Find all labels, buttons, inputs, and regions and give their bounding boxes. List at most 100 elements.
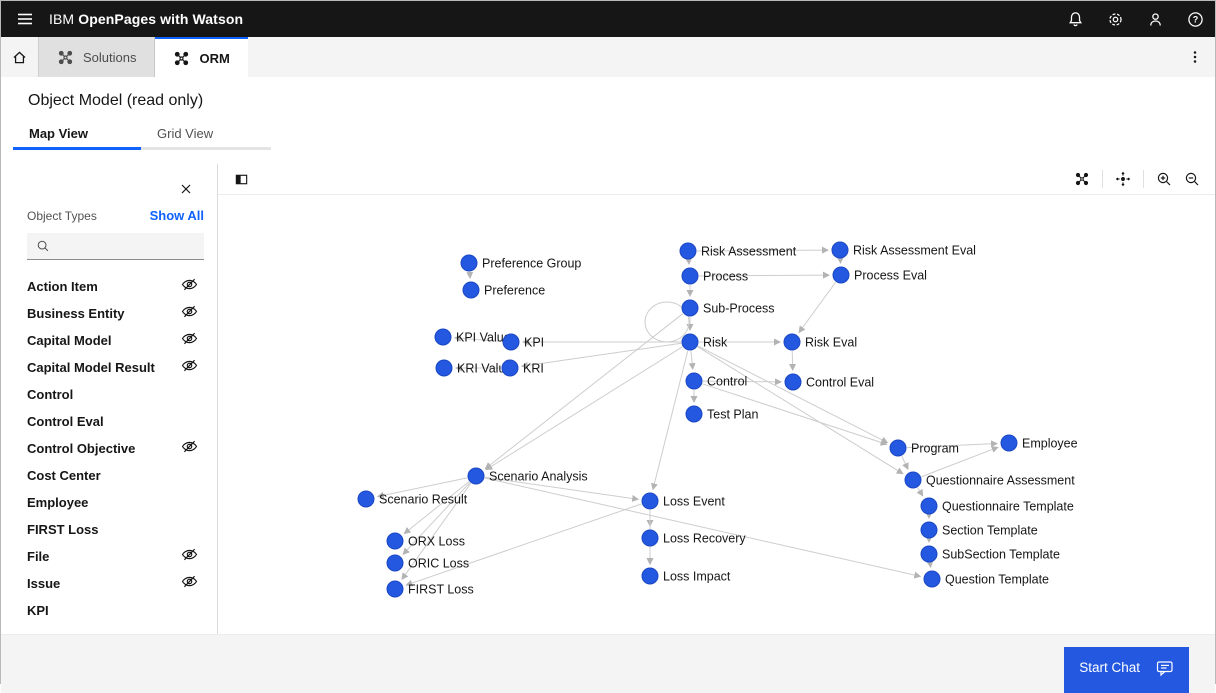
zoom-in-icon[interactable]: [1151, 166, 1177, 192]
graph-node-questionnaire-assessment[interactable]: Questionnaire Assessment: [905, 472, 1075, 488]
map-toolbar: [218, 164, 1215, 195]
visibility-off-icon[interactable]: [181, 546, 204, 568]
graph-node-scenario-result[interactable]: Scenario Result: [358, 491, 468, 507]
object-types-search[interactable]: [27, 233, 204, 260]
graph-node-control[interactable]: Control: [686, 373, 747, 389]
help-icon[interactable]: ?: [1175, 1, 1215, 37]
graph-node-risk[interactable]: Risk: [682, 334, 728, 350]
graph-node-label: Risk: [703, 336, 728, 350]
object-model-graph-canvas[interactable]: Preference Group Preference Risk Assessmen…: [218, 195, 1215, 634]
graph-node-label: Process: [703, 270, 748, 284]
object-type-item-capital-model-result[interactable]: Capital Model Result: [27, 354, 204, 381]
graph-node-sub-process[interactable]: Sub-Process: [682, 300, 775, 316]
graph-node-kri[interactable]: KRI: [502, 360, 544, 376]
graph-node-risk-assessment-eval[interactable]: Risk Assessment Eval: [832, 242, 976, 258]
graph-node-first-loss[interactable]: FIRST Loss: [387, 581, 474, 597]
svg-text:?: ?: [1192, 14, 1198, 24]
visibility-off-icon[interactable]: [181, 573, 204, 595]
object-type-item-control-eval[interactable]: Control Eval: [27, 408, 204, 435]
edge-questionnaire-assessment-to-questionnaire-template: [918, 488, 923, 496]
graph-node-question-template[interactable]: Question Template: [924, 571, 1049, 587]
object-type-item-capital-model[interactable]: Capital Model: [27, 327, 204, 354]
object-type-label: KPI: [27, 603, 49, 618]
visibility-off-icon[interactable]: [181, 303, 204, 325]
object-type-label: Business Entity: [27, 306, 125, 321]
tab-orm[interactable]: ORM: [155, 37, 247, 77]
visibility-off-icon[interactable]: [181, 330, 204, 352]
object-type-item-employee[interactable]: Employee: [27, 489, 204, 516]
graph-node-loss-event[interactable]: Loss Event: [642, 493, 725, 509]
tab-map-view[interactable]: Map View: [13, 123, 141, 150]
show-all-link[interactable]: Show All: [150, 208, 204, 223]
graph-node-label: Employee: [1022, 437, 1078, 451]
graph-node-scenario-analysis[interactable]: Scenario Analysis: [468, 468, 588, 484]
zoom-out-icon[interactable]: [1179, 166, 1205, 192]
object-types-panel: Object Types Show All Action Item Busines…: [1, 164, 218, 634]
graph-node-preference-group[interactable]: Preference Group: [461, 255, 581, 271]
object-type-item-action-item[interactable]: Action Item: [27, 273, 204, 300]
object-type-item-issue[interactable]: Issue: [27, 570, 204, 597]
object-type-item-cost-center[interactable]: Cost Center: [27, 462, 204, 489]
object-types-heading: Object Types: [27, 209, 97, 223]
graph-node-section-template[interactable]: Section Template: [921, 522, 1038, 538]
graph-node-process-eval[interactable]: Process Eval: [833, 267, 927, 283]
graph-node-label: KPI Value: [456, 331, 511, 345]
fit-view-icon[interactable]: [1110, 166, 1136, 192]
menu-hamburger-icon[interactable]: [1, 1, 49, 37]
search-input[interactable]: [58, 239, 188, 253]
global-header: IBM OpenPages with Watson ?: [1, 1, 1215, 37]
graph-node-control-eval[interactable]: Control Eval: [785, 374, 874, 390]
graph-node-kri-value[interactable]: KRI Value: [436, 360, 512, 376]
graph-node-label: Section Template: [942, 524, 1038, 538]
object-type-item-control[interactable]: Control: [27, 381, 204, 408]
graph-node-preference[interactable]: Preference: [463, 282, 545, 298]
graph-node-employee[interactable]: Employee: [1001, 435, 1078, 451]
overflow-menu-icon[interactable]: [1175, 37, 1215, 77]
visibility-off-icon[interactable]: [181, 357, 204, 379]
map-panel: Preference Group Preference Risk Assessmen…: [218, 164, 1215, 634]
object-type-item-first-loss[interactable]: FIRST Loss: [27, 516, 204, 543]
start-chat-button[interactable]: Start Chat: [1064, 647, 1189, 693]
object-type-label: Action Item: [27, 279, 98, 294]
tab-grid-view[interactable]: Grid View: [141, 123, 271, 150]
graph-node-kpi-value[interactable]: KPI Value: [435, 329, 511, 345]
graph-node-process[interactable]: Process: [682, 268, 748, 284]
graph-node-risk-eval[interactable]: Risk Eval: [784, 334, 857, 350]
graph-node-test-plan[interactable]: Test Plan: [686, 406, 758, 422]
app-tabbar: Solutions ORM: [1, 37, 1215, 77]
visibility-off-icon[interactable]: [181, 276, 204, 298]
auto-layout-icon[interactable]: [1069, 166, 1095, 192]
graph-node-orx-loss[interactable]: ORX Loss: [387, 533, 465, 549]
bottom-strip: Start Chat: [1, 634, 1215, 693]
graph-node-label: Loss Event: [663, 495, 725, 509]
close-panel-icon[interactable]: [175, 178, 197, 200]
graph-node-label: Preference: [484, 284, 545, 298]
tab-solutions[interactable]: Solutions: [39, 37, 155, 77]
graph-node-loss-impact[interactable]: Loss Impact: [642, 568, 731, 584]
object-type-item-business-entity[interactable]: Business Entity: [27, 300, 204, 327]
graph-node-label: Question Template: [945, 573, 1049, 587]
user-avatar-icon[interactable]: [1135, 1, 1175, 37]
notifications-icon[interactable]: [1055, 1, 1095, 37]
graph-node-label: Control: [707, 375, 747, 389]
settings-gear-icon[interactable]: [1095, 1, 1135, 37]
graph-node-subsection-template[interactable]: SubSection Template: [921, 546, 1060, 562]
graph-node-program[interactable]: Program: [890, 440, 959, 456]
graph-node-kpi[interactable]: KPI: [503, 334, 544, 350]
object-type-item-file[interactable]: File: [27, 543, 204, 570]
tab-orm-label: ORM: [199, 51, 229, 66]
graph-node-loss-recovery[interactable]: Loss Recovery: [642, 530, 746, 546]
graph-node-label: KPI: [524, 336, 544, 350]
object-type-item-control-objective[interactable]: Control Objective: [27, 435, 204, 462]
home-tab[interactable]: [1, 37, 39, 77]
graph-node-label: FIRST Loss: [408, 583, 474, 597]
object-type-label: FIRST Loss: [27, 522, 99, 537]
graph-node-label: Loss Recovery: [663, 532, 746, 546]
graph-node-label: Process Eval: [854, 269, 927, 283]
object-type-item-kpi[interactable]: KPI: [27, 597, 204, 624]
graph-node-questionnaire-template[interactable]: Questionnaire Template: [921, 498, 1074, 514]
graph-node-oric-loss[interactable]: ORIC Loss: [387, 555, 469, 571]
visibility-off-icon[interactable]: [181, 438, 204, 460]
graph-node-label: Loss Impact: [663, 570, 731, 584]
side-panel-toggle-icon[interactable]: [228, 166, 254, 192]
